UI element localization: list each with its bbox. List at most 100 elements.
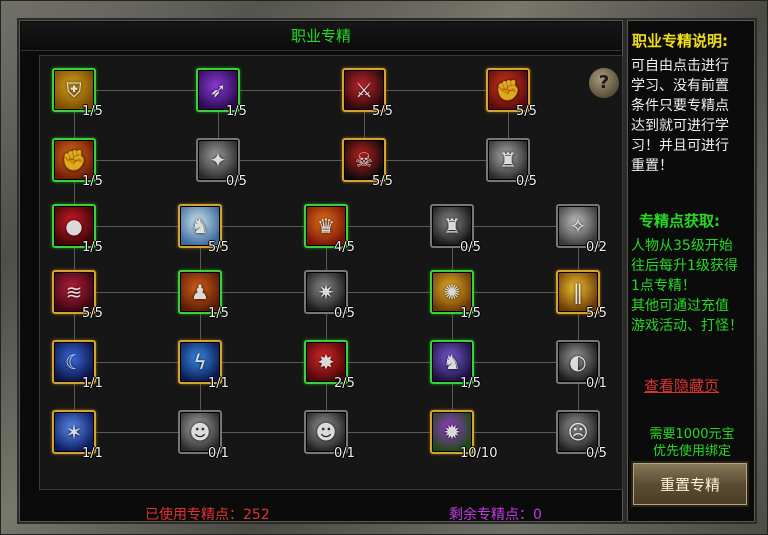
talent-slot[interactable]: ♜ 0/5 — [486, 138, 537, 189]
connector-line — [74, 112, 75, 138]
connector-line — [96, 160, 486, 161]
talent-points: 0/5 — [226, 174, 247, 189]
panel-title: 职业专精 — [21, 22, 621, 51]
connector-line — [364, 112, 365, 138]
talent-points: 1/1 — [82, 376, 103, 391]
talent-points: 1/1 — [82, 446, 103, 461]
connector-line — [452, 384, 453, 410]
connector-line — [74, 314, 75, 340]
connector-line — [326, 314, 327, 340]
connector-line — [578, 314, 579, 340]
description-line: 习！并且可进行 — [631, 138, 729, 154]
talent-slot[interactable]: ♟ 1/5 — [178, 270, 229, 321]
talent-points: 0/5 — [516, 174, 537, 189]
talent-slot[interactable]: ♞ 1/5 — [430, 340, 481, 391]
talent-points: 10/10 — [460, 446, 498, 461]
talent-slot[interactable]: ⚔ 5/5 — [342, 68, 393, 119]
gain-line: 1点专精！ — [631, 278, 696, 294]
talent-slot[interactable]: ♛ 4/5 — [304, 204, 355, 255]
talent-points: 2/5 — [334, 376, 355, 391]
connector-line — [74, 248, 75, 270]
talent-slot[interactable]: ◐ 0/1 — [556, 340, 607, 391]
connector-line — [578, 384, 579, 410]
talent-points: 5/5 — [372, 174, 393, 189]
talent-slot[interactable]: ☾ 1/1 — [52, 340, 103, 391]
used-points-label: 已使用专精点：252 — [145, 507, 270, 523]
talent-points: 5/5 — [82, 306, 103, 321]
description-line: 条件只要专精点 — [631, 98, 729, 114]
gain-title: 专精点获取: — [639, 212, 720, 230]
connector-line — [452, 248, 453, 270]
talent-slot[interactable]: ☹ 0/5 — [556, 410, 607, 461]
talent-slot[interactable]: ☻ 0/1 — [304, 410, 355, 461]
talent-panel: 职业专精 ⛨ 1/5 ➶ 1/5 ⚔ 5/5 ✊ 5/5 ✊ 1/5 ✦ 0/5 ☠ 5/5 ♜ 0/5 ● 1/… — [17, 18, 625, 524]
talent-points: 0/5 — [586, 446, 607, 461]
talent-slot[interactable]: ☻ 0/1 — [178, 410, 229, 461]
connector-line — [96, 90, 486, 91]
gain-line: 往后每升1级获得 — [631, 258, 738, 274]
talent-slot[interactable]: ✊ 1/5 — [52, 138, 103, 189]
talent-points: 1/5 — [460, 376, 481, 391]
connector-line — [326, 248, 327, 270]
talent-points: 1/5 — [460, 306, 481, 321]
talent-tree: ⛨ 1/5 ➶ 1/5 ⚔ 5/5 ✊ 5/5 ✊ 1/5 ✦ 0/5 ☠ 5/5 ♜ 0/5 ● 1/5 ♞ 5/5… — [39, 55, 623, 490]
talent-slot[interactable]: ✧ 0/2 — [556, 204, 607, 255]
info-sidebar: 职业专精说明: 可自由点击进行 学习、没有前置 条件只要专精点 达到就可进行学 … — [625, 18, 757, 524]
talent-slot[interactable]: ● 1/5 — [52, 204, 103, 255]
talent-points: 1/5 — [208, 306, 229, 321]
talent-points: 1/5 — [82, 240, 103, 255]
connector-line — [508, 112, 509, 138]
talent-slot[interactable]: ⛨ 1/5 — [52, 68, 103, 119]
talent-points: 0/2 — [586, 240, 607, 255]
talent-points: 0/5 — [334, 306, 355, 321]
talent-points: 1/5 — [82, 174, 103, 189]
talent-points: 5/5 — [586, 306, 607, 321]
talent-slot[interactable]: ☠ 5/5 — [342, 138, 393, 189]
notice-line: 优先使用绑定 — [652, 444, 731, 459]
talent-slot[interactable]: ♞ 5/5 — [178, 204, 229, 255]
talent-points: 4/5 — [334, 240, 355, 255]
talent-points: 1/5 — [226, 104, 247, 119]
talent-slot[interactable]: ✊ 5/5 — [486, 68, 537, 119]
talent-points: 0/1 — [334, 446, 355, 461]
description-line: 重置！ — [631, 158, 673, 174]
reset-button[interactable]: 重置专精 — [631, 461, 749, 507]
talent-slot[interactable]: ✺ 1/5 — [430, 270, 481, 321]
connector-line — [74, 182, 75, 204]
gain-text: 人物从35级开始 往后每升1级获得 1点专精！ 其他可通过充值 游戏活动、打怪！ — [631, 236, 753, 336]
talent-slot[interactable]: ✹ 10/10 — [430, 410, 497, 461]
reset-cost-notice: 需要1000元宝 优先使用绑定 — [631, 426, 753, 460]
question-mark-icon[interactable]: ? — [588, 67, 620, 99]
gain-line: 游戏活动、打怪！ — [631, 318, 743, 334]
talent-points: 5/5 — [516, 104, 537, 119]
connector-line — [452, 314, 453, 340]
talent-points: 5/5 — [372, 104, 393, 119]
talent-slot[interactable]: ♜ 0/5 — [430, 204, 481, 255]
talent-slot[interactable]: ✶ 1/1 — [52, 410, 103, 461]
talent-slot[interactable]: ϟ 1/1 — [178, 340, 229, 391]
talent-slot[interactable]: ➶ 1/5 — [196, 68, 247, 119]
talent-points: 1/5 — [82, 104, 103, 119]
gain-line: 其他可通过充值 — [631, 298, 729, 314]
description-line: 可自由点击进行 — [631, 58, 729, 74]
connector-line — [578, 248, 579, 270]
description-line: 学习、没有前置 — [631, 78, 729, 94]
connector-line — [218, 112, 219, 138]
notice-line: 需要1000元宝 — [649, 427, 735, 442]
talent-slot[interactable]: ✦ 0/5 — [196, 138, 247, 189]
remaining-points-label: 剩余专精点：0 — [449, 507, 542, 523]
description-line: 达到就可进行学 — [631, 118, 729, 134]
connector-line — [326, 384, 327, 410]
view-hidden-page-link[interactable]: 查看隐藏页 — [644, 375, 719, 396]
connector-line — [200, 248, 201, 270]
talent-slot[interactable]: ✸ 2/5 — [304, 340, 355, 391]
connector-line — [200, 384, 201, 410]
talent-slot[interactable]: ≋ 5/5 — [52, 270, 103, 321]
talent-slot[interactable]: ‖ 5/5 — [556, 270, 607, 321]
talent-points: 0/1 — [208, 446, 229, 461]
description-title: 职业专精说明: — [632, 32, 728, 50]
connector-line — [74, 384, 75, 410]
talent-points: 0/1 — [586, 376, 607, 391]
window-frame: 职业专精 ⛨ 1/5 ➶ 1/5 ⚔ 5/5 ✊ 5/5 ✊ 1/5 ✦ 0/5 ☠ 5/5 ♜ 0/5 ● 1/… — [0, 0, 768, 535]
talent-slot[interactable]: ✷ 0/5 — [304, 270, 355, 321]
